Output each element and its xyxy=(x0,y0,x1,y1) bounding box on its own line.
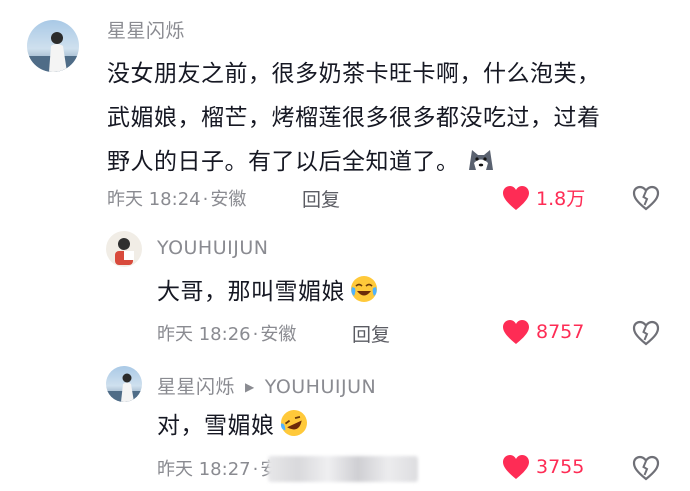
avatar[interactable] xyxy=(106,231,142,267)
author-name[interactable]: 星星闪烁 xyxy=(157,376,235,398)
comment-meta: 昨天 18:24 · 安徽 xyxy=(107,189,247,210)
like-button[interactable]: 8757 xyxy=(502,319,584,345)
rolling-laughing-emoji xyxy=(280,410,307,436)
location: 安徽 xyxy=(210,189,247,210)
username[interactable]: YOUHUIJUN xyxy=(157,237,268,259)
like-button[interactable]: 3755 xyxy=(502,454,584,480)
comment-meta: 昨天 18:27·安 xyxy=(157,455,278,481)
comment-text: 大哥，那叫雪媚娘 xyxy=(157,270,379,314)
comment-text: 没女朋友之前，很多奶茶卡旺卡啊，什么泡芙， 武媚娘，榴芒，烤榴莲很多很多都没吃过… xyxy=(107,61,601,175)
timestamp: 昨天 18:24 xyxy=(107,189,201,210)
broken-heart-icon[interactable] xyxy=(632,185,660,211)
avatar[interactable] xyxy=(106,366,142,402)
heart-icon xyxy=(503,185,529,210)
location: 安徽 xyxy=(260,324,297,345)
avatar[interactable] xyxy=(27,20,79,72)
like-count: 8757 xyxy=(536,321,585,343)
username[interactable]: 星星闪烁 xyxy=(107,16,185,43)
watermark-overlay xyxy=(268,456,418,482)
like-button[interactable]: 1.8万 xyxy=(502,184,585,211)
timestamp: 昨天 18:26 xyxy=(157,324,251,345)
comment-meta: 昨天 18:26 · 安徽 xyxy=(157,324,297,345)
reply-arrow-icon: ▶ xyxy=(245,380,255,394)
heart-icon xyxy=(503,455,529,479)
reply-button[interactable]: 回复 xyxy=(352,320,390,347)
username: 星星闪烁 ▶ YOUHUIJUN xyxy=(157,372,376,399)
heart-icon xyxy=(503,320,529,344)
broken-heart-icon[interactable] xyxy=(632,455,660,481)
husky-emoji xyxy=(468,150,493,170)
crying-laughing-emoji xyxy=(351,276,377,302)
reply-to-name[interactable]: YOUHUIJUN xyxy=(265,376,376,398)
timestamp: 昨天 18:27 xyxy=(157,459,251,480)
broken-heart-icon[interactable] xyxy=(632,320,660,346)
like-count: 3755 xyxy=(536,456,585,478)
comment-text: 对，雪媚娘 xyxy=(157,404,309,448)
reply-button[interactable]: 回复 xyxy=(302,185,340,212)
like-count: 1.8万 xyxy=(536,188,586,210)
